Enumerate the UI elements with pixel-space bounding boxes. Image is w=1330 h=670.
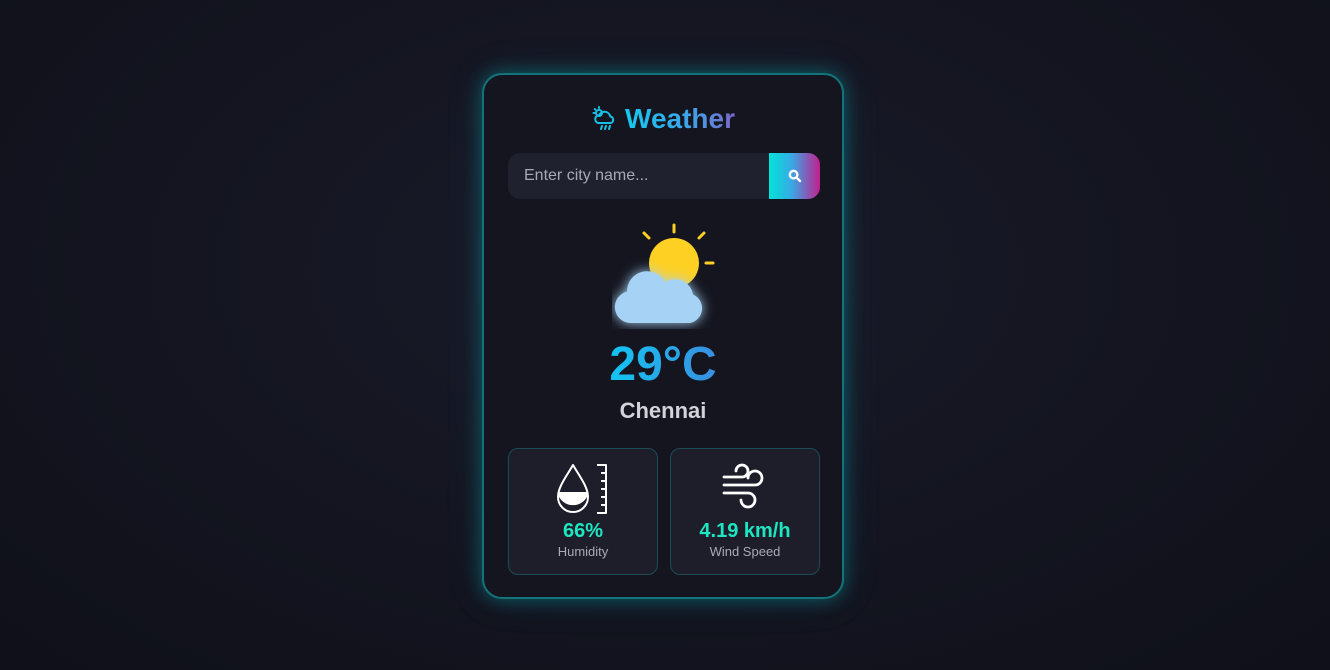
- search-icon: [788, 169, 801, 183]
- partly-cloudy-icon: [612, 221, 716, 329]
- humidity-label: Humidity: [557, 544, 609, 559]
- app-header: Weather: [484, 103, 842, 135]
- weather-card: Weather Enter city name... 29°C Chennai …: [482, 73, 844, 599]
- wind-label: Wind Speed: [709, 544, 781, 559]
- wind-panel: 4.19 km/h Wind Speed: [670, 448, 820, 575]
- city-search-input[interactable]: [508, 153, 769, 199]
- cloud-rain-icon: [591, 106, 617, 132]
- wind-icon: [722, 463, 764, 509]
- temperature: 29°C: [609, 338, 717, 391]
- humidity-icon: [557, 464, 607, 514]
- city-name: Chennai: [619, 398, 707, 423]
- wind-value: 4.19 km/h: [699, 520, 791, 542]
- app-title: Weather: [625, 103, 735, 134]
- humidity-panel: 66% Humidity: [508, 448, 658, 575]
- search-bar: [508, 153, 820, 199]
- search-button[interactable]: [769, 153, 820, 199]
- humidity-value: 66%: [562, 520, 604, 542]
